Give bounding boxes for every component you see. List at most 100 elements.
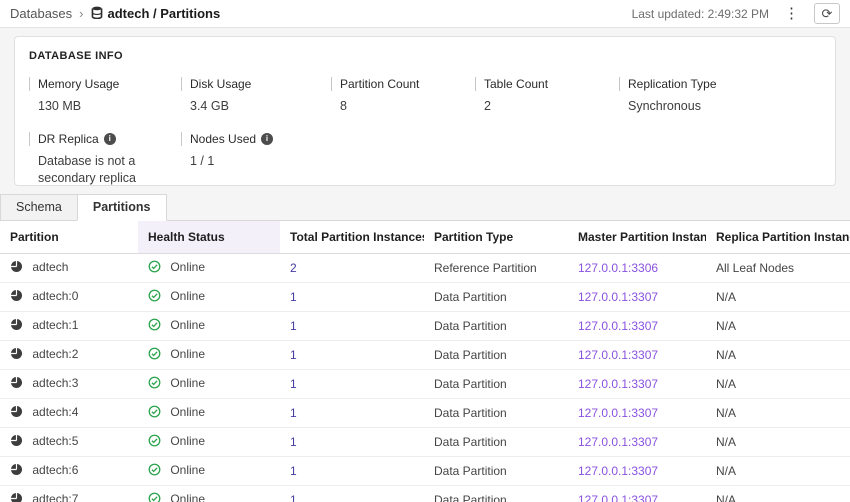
partition-cell: adtech:1	[0, 312, 138, 341]
col-total-partition-instances[interactable]: Total Partition Instances	[280, 221, 424, 254]
database-icon	[91, 6, 103, 22]
master-instance-cell: 127.0.0.1:3307	[568, 399, 706, 428]
stat-value: 3.4 GB	[181, 98, 326, 115]
partition-name: adtech:2	[32, 347, 78, 361]
instances-cell: 1	[280, 399, 424, 428]
top-bar: Databases › adtech / Partitions Last upd…	[0, 0, 850, 28]
instances-link[interactable]: 1	[290, 406, 297, 420]
database-info-card: DATABASE INFO Memory Usage 130 MB Disk U…	[14, 36, 836, 186]
stat-label: Nodes Used	[190, 132, 256, 146]
instances-cell: 1	[280, 457, 424, 486]
master-instance-link[interactable]: 127.0.0.1:3307	[578, 493, 658, 502]
partition-cell: adtech:5	[0, 428, 138, 457]
table-row[interactable]: adtech:7 Online 1 Data Partition 127.0.0…	[0, 486, 850, 502]
stat-partition-count: Partition Count 8	[331, 77, 475, 115]
table-row[interactable]: adtech:6 Online 1 Data Partition 127.0.0…	[0, 457, 850, 486]
partition-name: adtech:0	[32, 289, 78, 303]
tab-schema[interactable]: Schema	[0, 194, 78, 220]
partition-cell: adtech:0	[0, 283, 138, 312]
instances-link[interactable]: 1	[290, 348, 297, 362]
table-row[interactable]: adtech Online 2 Reference Partition 127.…	[0, 254, 850, 283]
partition-type-cell: Data Partition	[424, 312, 568, 341]
partition-type-text: Data Partition	[434, 319, 507, 333]
partition-cell: adtech:3	[0, 370, 138, 399]
partition-pie-icon	[10, 262, 26, 276]
health-cell: Online	[138, 457, 280, 486]
online-check-icon	[148, 262, 164, 276]
instances-cell: 1	[280, 341, 424, 370]
master-instance-cell: 127.0.0.1:3306	[568, 254, 706, 283]
health-cell: Online	[138, 486, 280, 502]
stat-label: Partition Count	[340, 77, 419, 91]
master-instance-cell: 127.0.0.1:3307	[568, 486, 706, 502]
instances-link[interactable]: 2	[290, 261, 297, 275]
overflow-menu-icon[interactable]: ⋮	[781, 6, 802, 21]
partition-pie-icon	[10, 349, 26, 363]
instances-cell: 1	[280, 283, 424, 312]
partition-type-text: Data Partition	[434, 435, 507, 449]
master-instance-link[interactable]: 127.0.0.1:3307	[578, 348, 658, 362]
partitions-table: Partition Health Status Total Partition …	[0, 221, 850, 502]
partition-pie-icon	[10, 436, 26, 450]
partition-cell: adtech	[0, 254, 138, 283]
online-check-icon	[148, 320, 164, 334]
breadcrumb-databases-link[interactable]: Databases	[10, 6, 72, 21]
online-check-icon	[148, 349, 164, 363]
col-replica-partition-instance[interactable]: Replica Partition Instance ...	[706, 221, 850, 254]
replica-instance-cell: N/A	[706, 341, 850, 370]
partition-type-cell: Reference Partition	[424, 254, 568, 283]
health-status-text: Online	[170, 405, 205, 419]
partition-type-cell: Data Partition	[424, 399, 568, 428]
master-instance-cell: 127.0.0.1:3307	[568, 457, 706, 486]
table-row[interactable]: adtech:4 Online 1 Data Partition 127.0.0…	[0, 399, 850, 428]
master-instance-link[interactable]: 127.0.0.1:3307	[578, 406, 658, 420]
health-status-text: Online	[170, 376, 205, 390]
tab-bar: Schema Partitions	[0, 194, 850, 221]
page-title: adtech / Partitions	[108, 6, 221, 21]
replica-instance-cell: N/A	[706, 486, 850, 502]
partition-type-text: Data Partition	[434, 377, 507, 391]
info-icon[interactable]: i	[104, 133, 116, 145]
table-row[interactable]: adtech:1 Online 1 Data Partition 127.0.0…	[0, 312, 850, 341]
master-instance-link[interactable]: 127.0.0.1:3307	[578, 377, 658, 391]
master-instance-link[interactable]: 127.0.0.1:3307	[578, 290, 658, 304]
partition-name: adtech:7	[32, 492, 78, 502]
instances-link[interactable]: 1	[290, 464, 297, 478]
online-check-icon	[148, 291, 164, 305]
col-health-status[interactable]: Health Status	[138, 221, 280, 254]
health-cell: Online	[138, 399, 280, 428]
table-row[interactable]: adtech:3 Online 1 Data Partition 127.0.0…	[0, 370, 850, 399]
master-instance-link[interactable]: 127.0.0.1:3307	[578, 464, 658, 478]
stat-memory-usage: Memory Usage 130 MB	[29, 77, 181, 115]
partition-name: adtech:3	[32, 376, 78, 390]
stat-label: Memory Usage	[38, 77, 119, 91]
stat-value: Synchronous	[619, 98, 764, 115]
stat-replication-type: Replication Type Synchronous	[619, 77, 821, 115]
instances-link[interactable]: 1	[290, 377, 297, 391]
info-icon[interactable]: i	[261, 133, 273, 145]
table-row[interactable]: adtech:2 Online 1 Data Partition 127.0.0…	[0, 341, 850, 370]
refresh-button[interactable]: ⟳	[814, 3, 840, 24]
tab-partitions[interactable]: Partitions	[77, 194, 167, 221]
partition-name: adtech:6	[32, 463, 78, 477]
table-row[interactable]: adtech:0 Online 1 Data Partition 127.0.0…	[0, 283, 850, 312]
partition-name: adtech:4	[32, 405, 78, 419]
replica-instance-text: N/A	[716, 464, 736, 478]
instances-link[interactable]: 1	[290, 435, 297, 449]
master-instance-link[interactable]: 127.0.0.1:3307	[578, 319, 658, 333]
instances-link[interactable]: 1	[290, 290, 297, 304]
instances-cell: 1	[280, 486, 424, 502]
instances-link[interactable]: 1	[290, 493, 297, 502]
partition-cell: adtech:7	[0, 486, 138, 502]
col-master-partition-instance[interactable]: Master Partition Instance ...	[568, 221, 706, 254]
health-cell: Online	[138, 312, 280, 341]
master-instance-link[interactable]: 127.0.0.1:3307	[578, 435, 658, 449]
partition-pie-icon	[10, 465, 26, 479]
online-check-icon	[148, 494, 164, 502]
col-partition[interactable]: Partition	[0, 221, 138, 254]
table-row[interactable]: adtech:5 Online 1 Data Partition 127.0.0…	[0, 428, 850, 457]
col-partition-type[interactable]: Partition Type	[424, 221, 568, 254]
master-instance-link[interactable]: 127.0.0.1:3306	[578, 261, 658, 275]
instances-link[interactable]: 1	[290, 319, 297, 333]
stat-value: 2	[475, 98, 619, 115]
